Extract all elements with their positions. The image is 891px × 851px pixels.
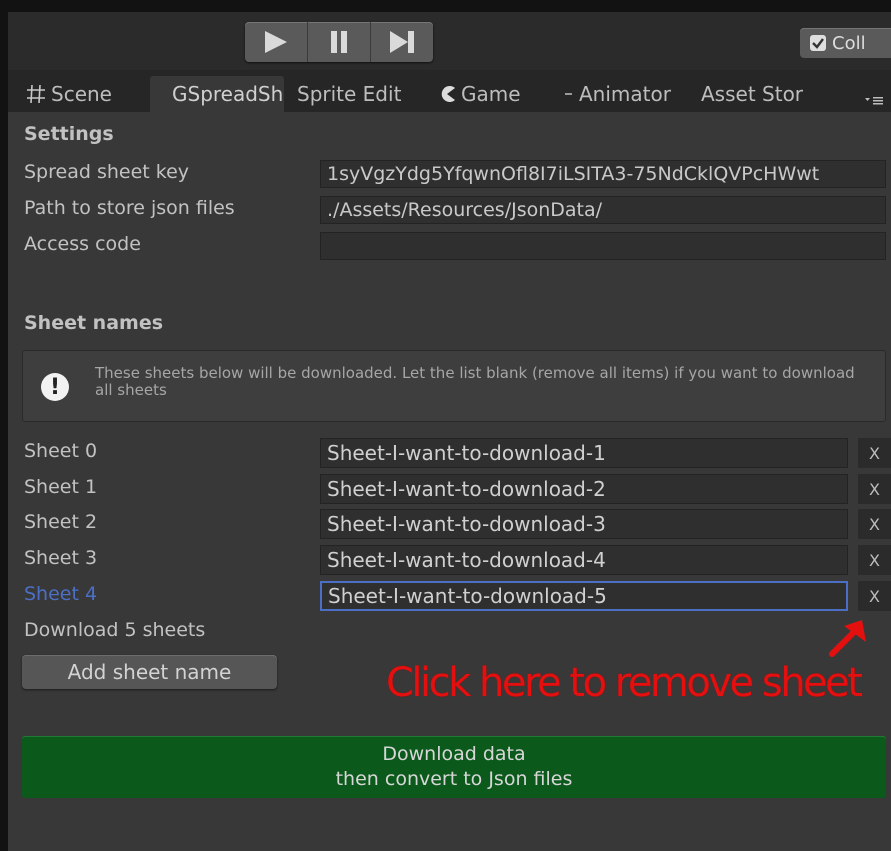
sheet-names-heading: Sheet names xyxy=(24,312,164,334)
tab-asset-store[interactable]: Asset Stor xyxy=(701,76,803,112)
tab-label: Sprite Edit xyxy=(297,82,402,106)
tab-label: Game xyxy=(461,82,521,106)
annotation-text: Click here to remove sheet xyxy=(386,660,863,706)
sheet-1-label: Sheet 1 xyxy=(24,476,98,498)
playback-controls xyxy=(245,22,433,62)
sheet-4-field[interactable]: Sheet-I-want-to-download-5 xyxy=(320,581,848,611)
tab-gspreadsheet[interactable]: GSpreadSh xyxy=(150,76,284,112)
help-text: These sheets below will be downloaded. L… xyxy=(95,364,855,399)
sheet-1-field[interactable]: Sheet-I-want-to-download-2 xyxy=(320,474,848,504)
access-code-field[interactable] xyxy=(320,232,886,260)
settings-heading: Settings xyxy=(24,123,114,145)
tab-label: Animator xyxy=(579,82,671,106)
tab-bar: Scene GSpreadSh Sprite Edit Game Animato… xyxy=(8,70,891,112)
sheet-3-label: Sheet 3 xyxy=(24,547,98,569)
hash-icon xyxy=(26,84,46,104)
tab-scene[interactable]: Scene xyxy=(26,76,112,112)
add-sheet-name-button[interactable]: Add sheet name xyxy=(22,655,277,689)
tab-animator[interactable]: Animator xyxy=(564,76,671,112)
help-box: ! These sheets below will be downloaded.… xyxy=(22,350,886,422)
play-icon xyxy=(265,31,287,53)
path-label: Path to store json files xyxy=(24,197,235,219)
download-line-2: then convert to Json files xyxy=(335,768,573,790)
spreadsheet-key-label: Spread sheet key xyxy=(24,161,190,183)
remove-sheet-2-button[interactable]: X xyxy=(858,509,891,539)
sheet-4-label: Sheet 4 xyxy=(24,583,98,605)
arrow-icon xyxy=(829,620,866,657)
access-code-label: Access code xyxy=(24,233,141,255)
toolbar: Coll xyxy=(8,12,891,70)
tab-sprite-editor[interactable]: Sprite Edit xyxy=(297,76,401,112)
pause-button[interactable] xyxy=(308,22,371,62)
spreadsheet-key-field[interactable]: 1syVgzYdg5YfqwnOfl8I7iLSITA3-75NdCklQVPc… xyxy=(320,160,886,188)
download-line-1: Download data xyxy=(382,743,526,765)
step-icon xyxy=(390,31,414,53)
gspreadsheet-panel: Settings Spread sheet key 1syVgzYdg5Yfqw… xyxy=(8,112,891,851)
check-icon xyxy=(810,35,826,51)
download-count-text: Download 5 sheets xyxy=(24,619,206,641)
remove-sheet-0-button[interactable]: X xyxy=(858,438,891,468)
remove-sheet-3-button[interactable]: X xyxy=(858,545,891,575)
path-field[interactable]: ./Assets/Resources/JsonData/ xyxy=(320,196,886,224)
pacman-icon xyxy=(438,85,456,103)
unity-editor-window: Coll Scene GSpreadSh Sprite Edit Game An… xyxy=(8,12,891,851)
sheet-2-label: Sheet 2 xyxy=(24,511,98,533)
collab-label: Coll xyxy=(832,32,866,54)
sheet-0-label: Sheet 0 xyxy=(24,440,98,462)
info-icon: ! xyxy=(41,373,69,401)
pause-icon xyxy=(331,31,347,53)
step-button[interactable] xyxy=(371,22,433,62)
sheet-3-field[interactable]: Sheet-I-want-to-download-4 xyxy=(320,545,848,575)
download-data-button[interactable]: Download data then convert to Json files xyxy=(22,736,886,798)
sheet-2-field[interactable]: Sheet-I-want-to-download-3 xyxy=(320,509,848,539)
tab-label: GSpreadSh xyxy=(172,82,284,106)
tab-game[interactable]: Game xyxy=(438,76,521,112)
remove-sheet-4-button[interactable]: X xyxy=(858,581,891,611)
tab-label: Scene xyxy=(51,82,112,106)
play-button[interactable] xyxy=(245,22,308,62)
remove-sheet-1-button[interactable]: X xyxy=(858,474,891,504)
collab-button[interactable]: Coll xyxy=(800,28,891,58)
animator-icon xyxy=(564,89,574,99)
tab-label: Asset Stor xyxy=(701,82,804,106)
sheet-0-field[interactable]: Sheet-I-want-to-download-1 xyxy=(320,438,848,468)
